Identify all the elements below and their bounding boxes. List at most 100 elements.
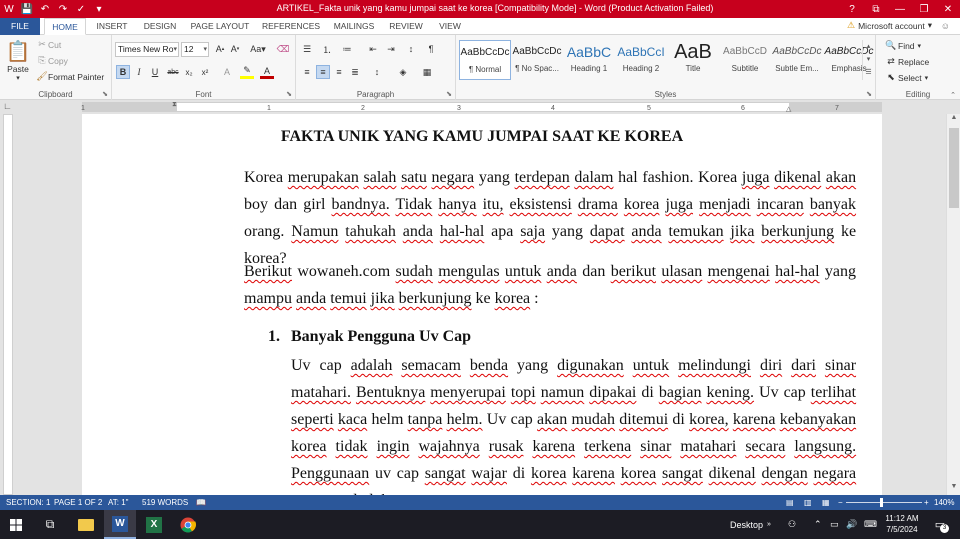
align-right-icon[interactable]: ≡	[332, 65, 346, 79]
subscript-icon[interactable]: x₂	[182, 65, 196, 79]
tab-file[interactable]: FILE	[0, 18, 40, 35]
superscript-icon[interactable]: x²	[198, 65, 212, 79]
sort-icon[interactable]: ↕	[404, 42, 418, 56]
font-launcher-icon[interactable]: ⬊	[286, 90, 292, 98]
language-icon[interactable]: ⌨	[864, 510, 877, 539]
notification-center[interactable]: ▭ 3	[928, 510, 952, 539]
clear-formatting-icon[interactable]: ⌫	[276, 42, 290, 56]
start-button[interactable]	[0, 510, 32, 539]
change-case-icon[interactable]: Aa▾	[248, 42, 268, 56]
collapse-ribbon-icon[interactable]: ⌃	[950, 91, 956, 99]
tab-references[interactable]: REFERENCES	[258, 18, 324, 35]
tab-mailings[interactable]: MAILINGS	[328, 18, 380, 35]
style-title[interactable]: AaB Title	[667, 40, 719, 80]
proofing-icon[interactable]: 📖	[196, 498, 206, 507]
volume-icon[interactable]: 🔊	[846, 510, 857, 539]
shading-icon[interactable]: ◈	[396, 65, 410, 79]
zoom-slider[interactable]	[846, 502, 922, 503]
borders-icon[interactable]: ▦	[420, 65, 434, 79]
save-icon[interactable]: 💾	[18, 0, 36, 18]
help-icon[interactable]: ?	[840, 0, 864, 18]
tab-insert[interactable]: INSERT	[90, 18, 134, 35]
minimize-button[interactable]: —	[888, 0, 912, 18]
task-view-button[interactable]: ⧉	[34, 510, 66, 539]
strikethrough-icon[interactable]: abc	[166, 65, 180, 79]
close-button[interactable]: ✕	[936, 0, 960, 18]
scroll-down-icon[interactable]: ▼	[947, 483, 960, 495]
paragraph-launcher-icon[interactable]: ⬊	[446, 90, 452, 98]
tab-view[interactable]: VIEW	[432, 18, 468, 35]
page-indicator[interactable]: PAGE 1 OF 2	[54, 498, 102, 507]
vertical-scrollbar[interactable]: ▲ ▼	[946, 114, 960, 495]
style-subtle-emphasis[interactable]: AaBbCcDc Subtle Em...	[771, 40, 823, 80]
decrease-indent-icon[interactable]: ⇤	[366, 42, 380, 56]
italic-icon[interactable]: I	[132, 65, 146, 79]
horizontal-ruler[interactable]: ∟ 1 1 2 3 4 5 6 7 ⧗ △	[0, 100, 960, 114]
bullets-icon[interactable]: ☰	[300, 42, 314, 56]
replace-button[interactable]: ⇄ Replace	[884, 56, 929, 67]
zoom-level[interactable]: 140%	[934, 498, 954, 507]
spell-check-icon[interactable]: ✓	[72, 0, 90, 18]
taskbar-chrome[interactable]	[172, 510, 204, 539]
scroll-thumb[interactable]	[949, 128, 959, 208]
user-avatar-icon[interactable]: ☺	[941, 21, 950, 31]
increase-indent-icon[interactable]: ⇥	[384, 42, 398, 56]
font-name-box[interactable]: Times New Ro ▾	[115, 42, 179, 57]
word-count[interactable]: 519 WORDS	[142, 498, 188, 507]
read-mode-icon[interactable]: ▤	[786, 498, 794, 507]
word-app-icon[interactable]: W	[0, 0, 18, 18]
grow-font-icon[interactable]: A ▴	[213, 42, 227, 56]
taskbar-excel[interactable]: X	[138, 510, 170, 539]
line-spacing-icon[interactable]: ↕	[370, 65, 384, 79]
style-subtitle[interactable]: AaBbCcD Subtitle	[719, 40, 771, 80]
tab-design[interactable]: DESIGN	[138, 18, 182, 35]
justify-icon[interactable]: ≣	[348, 65, 362, 79]
shrink-font-icon[interactable]: A ▾	[228, 42, 242, 56]
section-indicator[interactable]: SECTION: 1	[6, 498, 50, 507]
font-color-icon[interactable]: A	[260, 65, 274, 79]
font-size-box[interactable]: 12 ▾	[181, 42, 209, 57]
clock[interactable]: 11:12 AM 7/5/2024	[882, 513, 922, 535]
cut-button[interactable]: ✂ Cut	[36, 39, 61, 50]
paste-button[interactable]: 📋 Paste ▾	[4, 39, 32, 82]
find-button[interactable]: 🔍 Find ▾	[884, 40, 921, 51]
document-page[interactable]: FAKTA UNIK YANG KAMU JUMPAI SAAT KE KORE…	[82, 114, 882, 495]
account-menu[interactable]: ⚠ Microsoft account ▾	[847, 20, 932, 31]
web-layout-icon[interactable]: ▦	[822, 498, 830, 507]
underline-icon[interactable]: U	[148, 65, 162, 79]
people-icon[interactable]: ⚇	[788, 510, 796, 539]
taskbar-word[interactable]: W	[104, 510, 136, 539]
styles-scroll[interactable]: ▴ ▾ ☰	[862, 40, 874, 80]
numbering-icon[interactable]: ⒈	[320, 42, 334, 56]
align-left-icon[interactable]: ≡	[300, 65, 314, 79]
taskbar-file-explorer[interactable]	[70, 510, 102, 539]
style-heading-2[interactable]: AaBbCcI Heading 2	[615, 40, 667, 80]
network-icon[interactable]: ▭	[830, 510, 839, 539]
show-hidden-icons-icon[interactable]: ⌃	[814, 510, 822, 539]
copy-button[interactable]: ⎘ Copy	[36, 55, 67, 66]
position-indicator[interactable]: AT: 1"	[108, 498, 128, 507]
highlight-icon[interactable]: ✎	[240, 65, 254, 79]
select-button[interactable]: ⬉ Select ▾	[884, 72, 928, 83]
format-painter-button[interactable]: 🖌 Format Painter	[36, 71, 104, 82]
customize-qat-icon[interactable]: ▾	[90, 0, 108, 18]
ribbon-display-options-icon[interactable]: ⧉	[864, 0, 888, 18]
indent-marker-icon[interactable]: ⧗	[172, 101, 177, 109]
zoom-out-button[interactable]: −	[838, 498, 843, 507]
bold-icon[interactable]: B	[116, 65, 130, 79]
text-effects-icon[interactable]: A	[220, 65, 234, 79]
zoom-in-button[interactable]: +	[924, 498, 929, 507]
show-formatting-icon[interactable]: ¶	[424, 42, 438, 56]
style-heading-1[interactable]: AaBbC Heading 1	[563, 40, 615, 80]
style-normal[interactable]: AaBbCcDc ¶ Normal	[459, 40, 511, 80]
tab-page-layout[interactable]: PAGE LAYOUT	[186, 18, 254, 35]
restore-button[interactable]: ❐	[912, 0, 936, 18]
tab-selector-icon[interactable]: ∟	[3, 101, 12, 111]
desktop-toolbar[interactable]: Desktop»	[730, 510, 771, 539]
multilevel-list-icon[interactable]: ≔	[340, 42, 354, 56]
print-layout-icon[interactable]: ▥	[804, 498, 812, 507]
scroll-up-icon[interactable]: ▲	[947, 114, 960, 126]
clipboard-launcher-icon[interactable]: ⬊	[102, 90, 108, 98]
align-center-icon[interactable]: ≡	[316, 65, 330, 79]
zoom-slider-thumb[interactable]	[879, 498, 883, 507]
